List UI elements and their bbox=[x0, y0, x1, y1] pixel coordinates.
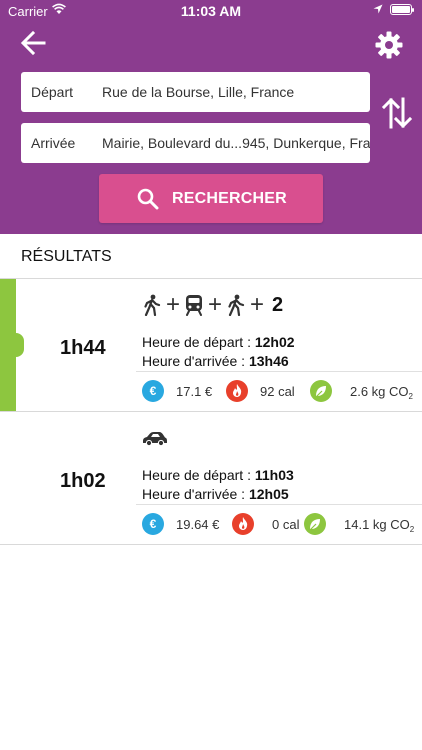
card-divider bbox=[136, 504, 422, 505]
trip-duration: 1h44 bbox=[60, 337, 106, 359]
trip-stats: € 17.1 € 92 cal 2.6 kg CO2 bbox=[140, 380, 422, 404]
result-divider bbox=[0, 544, 422, 545]
departure-time-row: Heure de départ : 11h03 bbox=[142, 467, 294, 483]
gear-icon[interactable] bbox=[374, 30, 404, 60]
leaf-icon bbox=[310, 380, 332, 402]
transport-modes bbox=[142, 426, 168, 450]
plus-separator: + bbox=[208, 291, 223, 318]
battery-icon bbox=[390, 4, 414, 15]
leaf-icon bbox=[304, 513, 326, 535]
plus-separator: + bbox=[166, 291, 181, 318]
depart-field[interactable]: Départ Rue de la Bourse, Lille, France bbox=[21, 72, 370, 112]
train-icon bbox=[186, 295, 203, 316]
result-card[interactable]: 1h44 + + + 2 Heure de départ : 12h02 Heu… bbox=[0, 279, 422, 412]
euro-icon: € bbox=[142, 513, 164, 535]
co2-value: 14.1 kg CO bbox=[344, 517, 410, 532]
trip-cost: 19.64 € bbox=[176, 517, 220, 532]
departure-time-row: Heure de départ : 12h02 bbox=[142, 334, 295, 350]
trip-calories: 0 cal bbox=[272, 517, 300, 532]
departure-label: Heure de départ : bbox=[142, 467, 255, 483]
trip-duration: 1h02 bbox=[60, 470, 106, 492]
departure-time: 12h02 bbox=[254, 334, 295, 350]
plus-separator: + bbox=[250, 291, 265, 318]
flame-icon bbox=[226, 380, 248, 402]
arrival-label: Heure d'arrivée : bbox=[142, 486, 249, 502]
arrival-time: 13h46 bbox=[248, 353, 289, 369]
result-card[interactable]: 1h02 Heure de départ : 11h03 Heure d'arr… bbox=[0, 412, 422, 545]
arrivee-label: Arrivée bbox=[31, 135, 76, 151]
status-bar: Carrier 11:03 AM bbox=[0, 0, 422, 22]
swap-vertical-icon[interactable] bbox=[381, 95, 413, 131]
depart-input[interactable]: Rue de la Bourse, Lille, France bbox=[102, 84, 370, 100]
flame-icon bbox=[232, 513, 254, 535]
search-button[interactable]: RECHERCHER bbox=[99, 174, 323, 223]
co2-value: 2.6 kg CO bbox=[350, 384, 409, 399]
extra-modes-count: 2 bbox=[272, 293, 284, 316]
selected-indicator bbox=[0, 279, 24, 412]
card-divider bbox=[136, 371, 422, 372]
search-button-label: RECHERCHER bbox=[172, 190, 287, 207]
trip-co2: 2.6 kg CO2 bbox=[350, 384, 413, 401]
walk-icon bbox=[228, 294, 245, 316]
search-header: Carrier 11:03 AM Départ Rue de la Bourse… bbox=[0, 0, 422, 234]
depart-label: Départ bbox=[31, 84, 74, 100]
clock: 11:03 AM bbox=[180, 3, 242, 19]
results-title: RÉSULTATS bbox=[21, 248, 112, 265]
arrivee-input[interactable]: Mairie, Boulevard du...945, Dunkerque, F… bbox=[102, 135, 370, 151]
arrival-time: 12h05 bbox=[248, 486, 289, 502]
back-button[interactable] bbox=[20, 30, 48, 56]
trip-calories: 92 cal bbox=[260, 384, 295, 399]
search-icon bbox=[137, 188, 159, 210]
departure-label: Heure de départ : bbox=[142, 334, 255, 350]
trip-cost: 17.1 € bbox=[176, 384, 213, 399]
arrivee-field[interactable]: Arrivée Mairie, Boulevard du...945, Dunk… bbox=[21, 123, 370, 163]
transport-modes: + + + 2 bbox=[142, 293, 283, 317]
trip-co2: 14.1 kg CO2 bbox=[344, 517, 414, 534]
co2-subscript: 2 bbox=[408, 392, 413, 401]
departure-time: 11h03 bbox=[254, 467, 294, 483]
euro-icon: € bbox=[142, 380, 164, 402]
walk-icon bbox=[144, 294, 161, 316]
arrival-time-row: Heure d'arrivée : 12h05 bbox=[142, 486, 289, 502]
trip-stats: € 19.64 € 0 cal 14.1 kg CO2 bbox=[140, 513, 422, 537]
arrival-label: Heure d'arrivée : bbox=[142, 353, 249, 369]
co2-subscript: 2 bbox=[409, 525, 415, 534]
car-icon bbox=[143, 432, 167, 447]
arrival-time-row: Heure d'arrivée : 13h46 bbox=[142, 353, 289, 369]
location-arrow-icon bbox=[373, 4, 383, 14]
